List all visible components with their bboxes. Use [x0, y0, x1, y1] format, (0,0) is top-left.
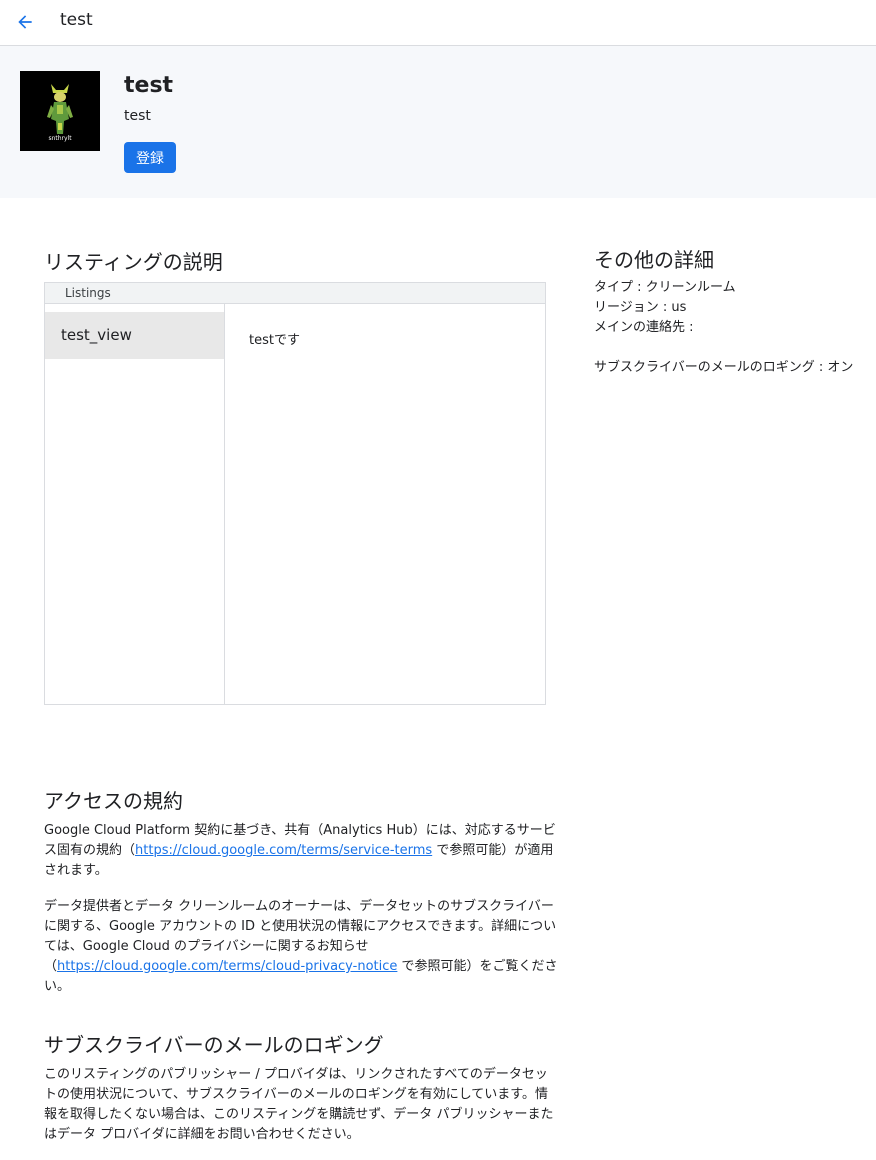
page-title: test [60, 10, 93, 30]
listing-content: testです [249, 333, 300, 348]
svg-text:snthrylt: snthrylt [48, 135, 72, 142]
details-list: タイプ : クリーンルーム リージョン : us メインの連絡先 : サブスクラ… [594, 278, 864, 378]
listing-name: test [124, 73, 174, 98]
back-button[interactable] [12, 9, 38, 35]
privacy-notice-link[interactable]: https://cloud.google.com/terms/cloud-pri… [57, 959, 397, 974]
listing-item-test-view[interactable]: test_view [45, 312, 224, 359]
listings-header: Listings [45, 283, 545, 304]
listing-subtitle: test [124, 108, 151, 124]
terms-paragraph-1: Google Cloud Platform 契約に基づき、共有（Analytic… [44, 823, 556, 878]
listing-logo: snthrylt [20, 71, 100, 151]
detail-contact: メインの連絡先 : [594, 320, 694, 335]
listings-panel: Listings test_view testです [44, 282, 546, 705]
email-logging-heading: サブスクライバーのメールのロギング [44, 1033, 384, 1057]
terms-paragraph-2: データ提供者とデータ クリーンルームのオーナーは、データセットのサブスクライバー… [44, 899, 558, 994]
arrow-back-icon [18, 15, 32, 29]
email-logging-paragraph: このリスティングのパブリッシャー / プロバイダは、リンクされたすべてのデータセ… [44, 1067, 554, 1142]
detail-type: タイプ : クリーンルーム [594, 280, 736, 295]
detail-email-logging: サブスクライバーのメールのロギング : オン [594, 360, 854, 375]
details-heading: その他の詳細 [594, 248, 714, 272]
service-terms-link[interactable]: https://cloud.google.com/terms/service-t… [135, 843, 432, 858]
subscribe-button[interactable]: 登録 [124, 142, 176, 173]
description-heading: リスティングの説明 [44, 250, 223, 274]
listings-nav: test_view [45, 304, 225, 704]
detail-region: リージョン : us [594, 300, 687, 315]
listing-header: snthrylt test test 登録 [0, 46, 876, 198]
top-bar: test [0, 0, 876, 46]
terms-heading: アクセスの規約 [44, 789, 183, 813]
